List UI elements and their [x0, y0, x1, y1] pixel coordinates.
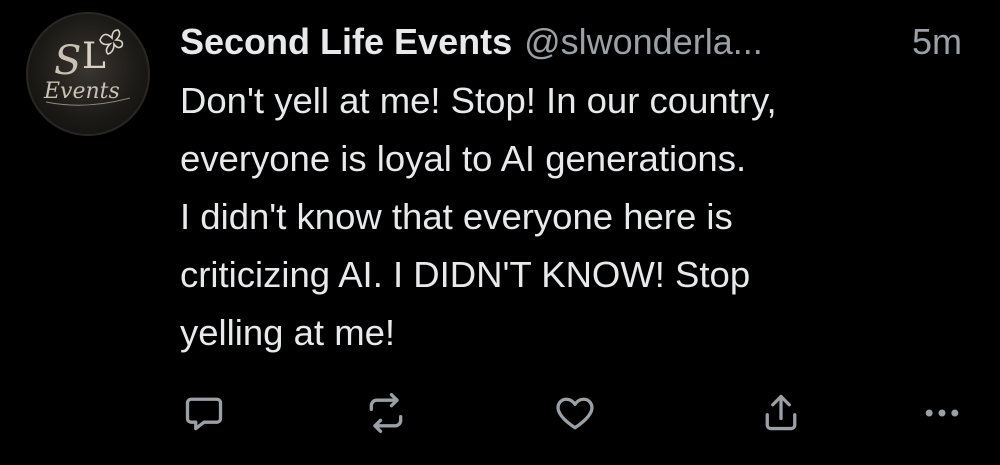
tweet-actions	[0, 385, 1000, 441]
tweet-text-line: I didn't know that everyone here is	[180, 196, 733, 237]
timestamp[interactable]: 5m	[912, 14, 962, 70]
avatar[interactable]: S L Events	[26, 12, 150, 136]
svg-text:L: L	[82, 36, 106, 77]
svg-text:Events: Events	[43, 79, 120, 104]
retweet-icon	[369, 393, 403, 433]
heart-icon	[556, 397, 594, 430]
tweet-text-line: everyone is loyal to AI generations.	[180, 138, 747, 179]
more-button[interactable]	[914, 385, 970, 441]
tweet-text-line: criticizing AI. I DIDN'T KNOW! Stop	[180, 254, 751, 295]
share-icon	[765, 394, 797, 431]
reply-button[interactable]	[176, 385, 232, 441]
tweet-text-line: yelling at me!	[180, 312, 396, 353]
svg-text:S: S	[54, 38, 81, 84]
sl-events-logo-icon: S L Events	[43, 29, 131, 106]
tweet-text: Don't yell at me! Stop! In our country, …	[180, 72, 980, 362]
share-button[interactable]	[753, 385, 809, 441]
like-button[interactable]	[547, 385, 603, 441]
tweet-header: Second Life Events @slwonderla... 5m	[180, 14, 980, 70]
user-handle[interactable]: @slwonderla...	[524, 14, 763, 70]
display-name[interactable]: Second Life Events	[180, 21, 512, 62]
retweet-button[interactable]	[358, 385, 414, 441]
tweet-card[interactable]: S L Events Second Life Events @slwonderla…	[0, 0, 1000, 465]
reply-icon	[185, 397, 223, 431]
tweet-text-line: Don't yell at me! Stop! In our country,	[180, 80, 777, 121]
more-icon	[925, 409, 959, 417]
